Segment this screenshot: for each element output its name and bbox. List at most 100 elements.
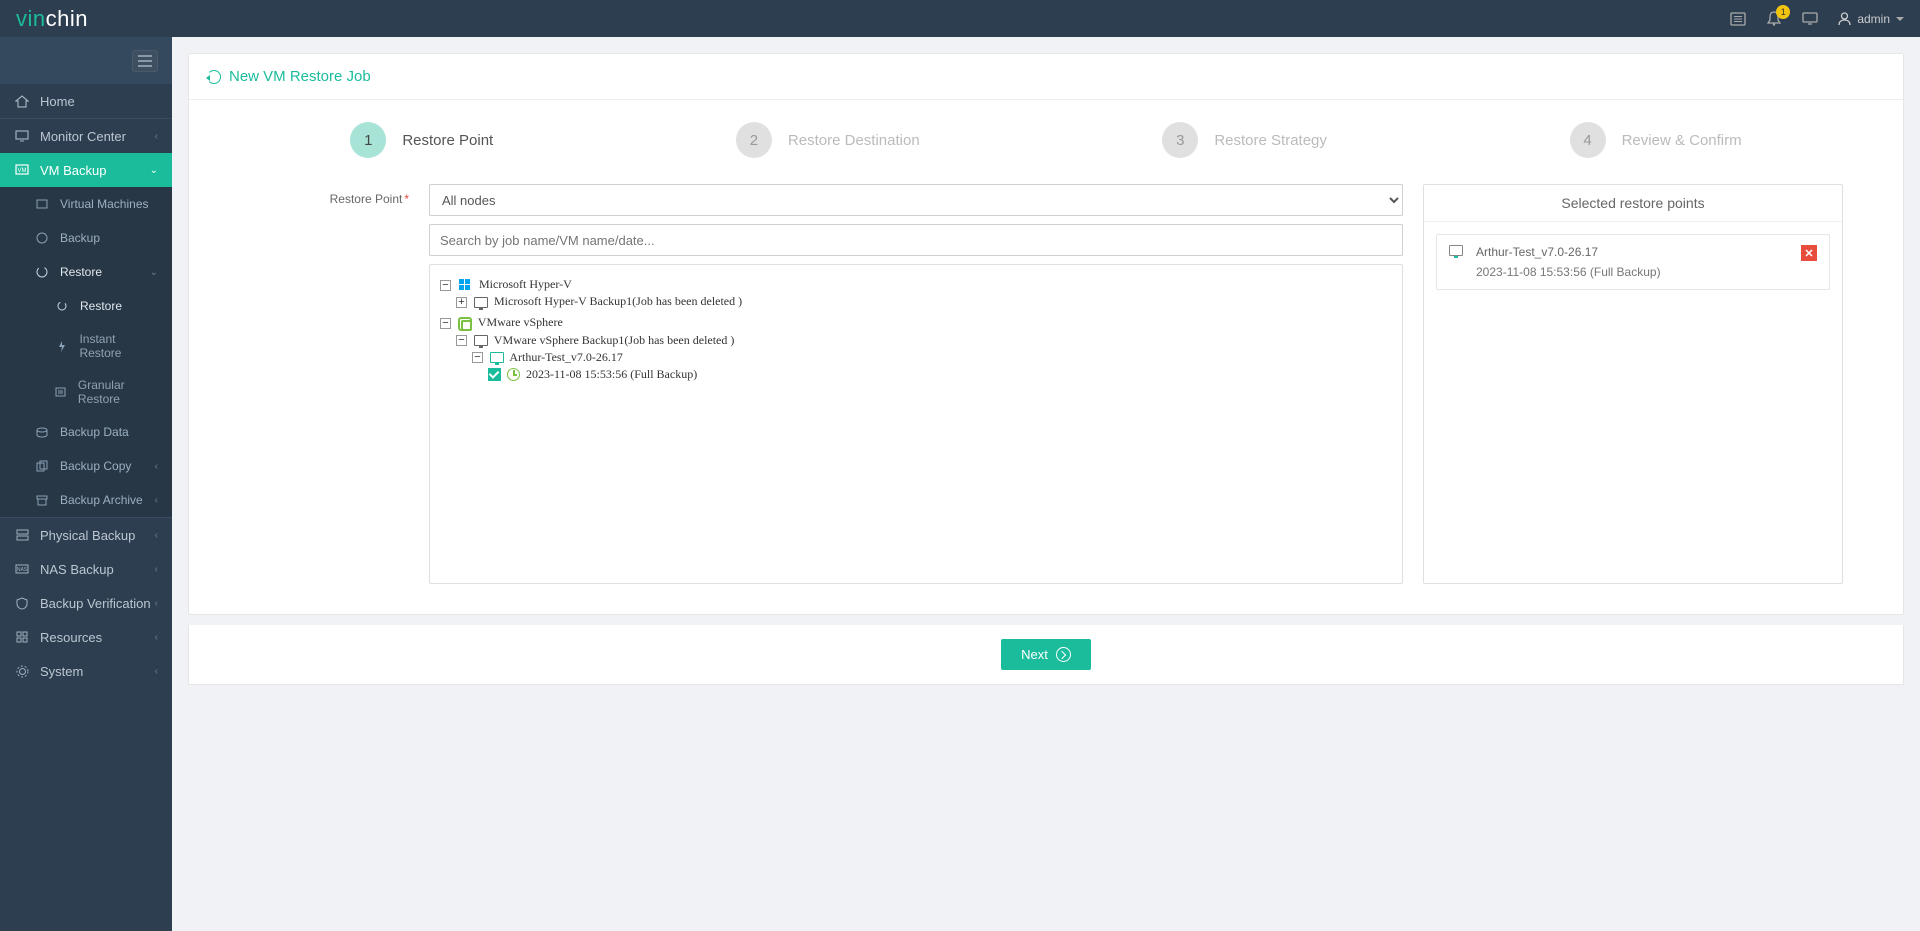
checkbox-checked-icon[interactable] [488, 368, 501, 381]
collapse-icon[interactable]: − [440, 318, 451, 329]
monitor-icon [14, 128, 30, 144]
svg-text:NAS: NAS [17, 567, 28, 573]
step-number: 1 [350, 122, 386, 158]
sidebar-sub2-instant-restore[interactable]: Instant Restore [0, 323, 172, 369]
granular-icon [54, 384, 68, 400]
chevron-icon: ‹ [155, 632, 158, 643]
search-input[interactable] [429, 224, 1403, 256]
restore-icon [54, 298, 70, 314]
restore-point-tree: − Microsoft Hyper-V + Microsoft Hyper-V … [429, 264, 1403, 584]
sidebar-item-backup-verification[interactable]: Backup Verification ‹ [0, 586, 172, 620]
sidebar-toggle[interactable] [132, 50, 158, 72]
tree-node-restore-point[interactable]: 2023-11-08 15:53:56 (Full Backup) [488, 365, 1394, 384]
notification-badge: 1 [1776, 5, 1790, 19]
next-button[interactable]: Next [1001, 639, 1091, 670]
chevron-icon: ‹ [155, 131, 158, 142]
archive-icon [34, 492, 50, 508]
clock-icon [507, 368, 520, 381]
chevron-icon: ‹ [155, 666, 158, 677]
user-name: admin [1857, 12, 1890, 26]
svg-text:VM: VM [18, 168, 27, 174]
sidebar-item-monitor[interactable]: Monitor Center ‹ [0, 119, 172, 153]
remove-button[interactable]: ✕ [1801, 245, 1817, 261]
sidebar-sub-backup-archive[interactable]: Backup Archive ‹ [0, 483, 172, 517]
arrow-right-icon [1056, 647, 1071, 662]
form-label: Restore Point* [249, 184, 409, 584]
collapse-icon[interactable]: − [472, 352, 483, 363]
tree-node-vmware-job[interactable]: − VMware vSphere Backup1(Job has been de… [456, 331, 1394, 388]
selected-title: Selected restore points [1424, 185, 1842, 222]
tree-node-vm[interactable]: − Arthur-Test_v7.0-26.17 [472, 348, 1394, 386]
chevron-icon: ‹ [155, 495, 158, 506]
node-select[interactable]: All nodes [429, 184, 1403, 216]
instant-icon [54, 338, 69, 354]
selected-panel: Selected restore points Arthur-Test_v7.0… [1423, 184, 1843, 584]
sidebar-sub-backup[interactable]: Backup [0, 221, 172, 255]
main-content: New VM Restore Job 1 Restore Point 2 Res… [172, 37, 1920, 931]
restore-icon [207, 70, 221, 84]
selected-item: Arthur-Test_v7.0-26.17 2023-11-08 15:53:… [1436, 234, 1830, 290]
sidebar-item-system[interactable]: System ‹ [0, 654, 172, 688]
vm-icon [1449, 245, 1463, 256]
tree-node-hyperv-job[interactable]: + Microsoft Hyper-V Backup1(Job has been… [456, 292, 1394, 311]
chevron-down-icon: ⌄ [150, 267, 158, 278]
chevron-icon: ‹ [155, 461, 158, 472]
shield-icon [14, 595, 30, 611]
brand-logo: vinchin [16, 6, 88, 32]
chevron-icon: ‹ [155, 598, 158, 609]
backup-icon [34, 230, 50, 246]
sidebar-sub2-restore[interactable]: Restore [0, 289, 172, 323]
selected-vm-name: Arthur-Test_v7.0-26.17 [1476, 245, 1791, 259]
sidebar-item-physical-backup[interactable]: Physical Backup ‹ [0, 518, 172, 552]
home-icon [14, 93, 30, 109]
server-icon [14, 527, 30, 543]
expand-icon[interactable]: + [456, 297, 467, 308]
nas-icon: NAS [14, 561, 30, 577]
list-icon[interactable] [1730, 11, 1746, 27]
tree-node-hyperv[interactable]: − Microsoft Hyper-V + Microsoft Hyper-V … [440, 275, 1394, 313]
user-menu[interactable]: admin [1838, 12, 1904, 26]
step-number: 4 [1570, 122, 1606, 158]
step-number: 3 [1162, 122, 1198, 158]
topbar: vinchin 1 admin [0, 0, 1920, 37]
job-icon [474, 297, 488, 308]
windows-icon [458, 278, 472, 292]
vm-icon [490, 352, 504, 363]
grid-icon [14, 629, 30, 645]
sidebar-sub-backup-copy[interactable]: Backup Copy ‹ [0, 449, 172, 483]
sidebar-sub-restore[interactable]: Restore ⌄ [0, 255, 172, 289]
vms-icon [34, 196, 50, 212]
bell-icon[interactable]: 1 [1766, 11, 1782, 27]
sidebar-sub-backup-data[interactable]: Backup Data [0, 415, 172, 449]
selected-point: 2023-11-08 15:53:56 (Full Backup) [1476, 265, 1791, 279]
sidebar-sub-virtual-machines[interactable]: Virtual Machines [0, 187, 172, 221]
wizard-footer: Next [188, 625, 1904, 685]
screen-icon[interactable] [1802, 11, 1818, 27]
vm-icon: VM [14, 162, 30, 178]
sidebar-item-resources[interactable]: Resources ‹ [0, 620, 172, 654]
wizard-steps: 1 Restore Point 2 Restore Destination 3 … [189, 100, 1903, 184]
copy-icon [34, 458, 50, 474]
collapse-icon[interactable]: − [456, 335, 467, 346]
chevron-down-icon: ⌄ [150, 165, 158, 176]
sidebar: Home Monitor Center ‹ VM VM Backup ⌄ Vir… [0, 37, 172, 931]
chevron-icon: ‹ [155, 530, 158, 541]
restore-icon [34, 264, 50, 280]
job-icon [474, 335, 488, 346]
step-number: 2 [736, 122, 772, 158]
step-1: 1 Restore Point [350, 122, 493, 158]
sidebar-item-vm-backup[interactable]: VM VM Backup ⌄ [0, 153, 172, 187]
sidebar-sub2-granular-restore[interactable]: Granular Restore [0, 369, 172, 415]
tree-node-vmware[interactable]: − VMware vSphere − VMware vSphere Backup… [440, 313, 1394, 389]
vmware-icon [458, 317, 472, 331]
sidebar-item-nas-backup[interactable]: NAS NAS Backup ‹ [0, 552, 172, 586]
page-title: New VM Restore Job [229, 68, 371, 85]
data-icon [34, 424, 50, 440]
step-3: 3 Restore Strategy [1162, 122, 1327, 158]
sidebar-item-home[interactable]: Home [0, 84, 172, 119]
chevron-down-icon [1896, 17, 1904, 21]
step-2: 2 Restore Destination [736, 122, 920, 158]
chevron-icon: ‹ [155, 564, 158, 575]
gear-icon [14, 663, 30, 679]
collapse-icon[interactable]: − [440, 280, 451, 291]
